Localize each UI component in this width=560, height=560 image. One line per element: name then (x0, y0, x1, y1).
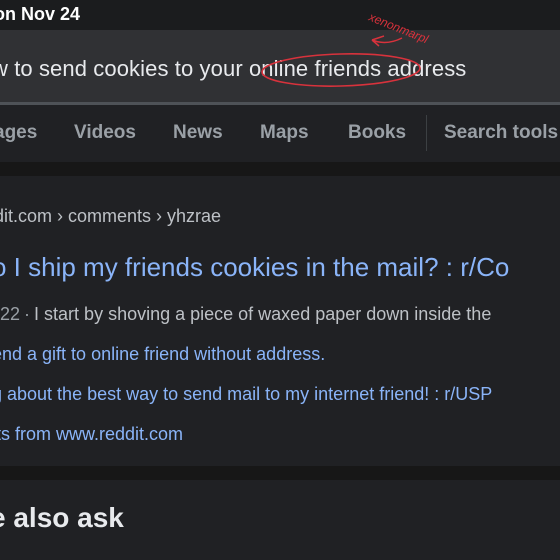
result-snippet: 022·I start by shoving a piece of waxed … (0, 304, 491, 325)
more-results-link[interactable]: lts from www.reddit.com (0, 424, 183, 445)
section-separator (0, 162, 560, 176)
snippet-text: I start by shoving a piece of waxed pape… (34, 304, 492, 324)
tab-news[interactable]: News (173, 122, 223, 144)
tab-books[interactable]: Books (348, 122, 406, 144)
tab-images[interactable]: ages (0, 122, 37, 144)
search-query[interactable]: w to send cookies to your online friends… (0, 56, 466, 82)
tab-divider (426, 115, 427, 151)
sub-result-link-mail[interactable]: g about the best way to send mail to my … (0, 384, 492, 405)
section-separator (0, 466, 560, 480)
status-time: on Nov 24 (0, 4, 81, 24)
tab-videos[interactable]: Videos (74, 122, 136, 144)
result-title-link[interactable]: o I ship my friends cookies in the mail?… (0, 252, 509, 283)
result-breadcrumb[interactable]: dit.com › comments › yhzrae (0, 206, 221, 227)
snippet-date: 022 (0, 304, 21, 324)
people-also-ask-title: e also ask (0, 502, 124, 533)
tab-maps[interactable]: Maps (260, 122, 309, 144)
sub-result-link-gift[interactable]: end a gift to online friend without addr… (0, 344, 325, 365)
status-bar: on Nov 24 (0, 0, 560, 30)
tab-search-tools[interactable]: Search tools (444, 122, 558, 144)
search-tabs: ages Videos News Maps Books Search tools (0, 105, 560, 161)
